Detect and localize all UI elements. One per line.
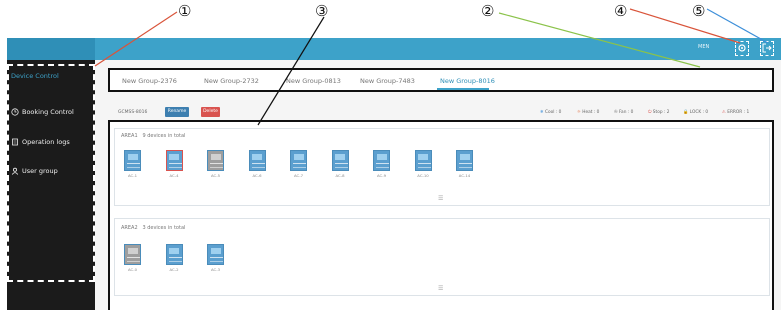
area-title: AREA2 3 devices in total bbox=[121, 225, 186, 231]
device-label: AC-10 bbox=[417, 173, 429, 178]
device-label: AC-6 bbox=[252, 173, 262, 178]
tab-group-8016[interactable]: New Group-8016 bbox=[440, 77, 495, 85]
ac-unit-icon bbox=[169, 154, 179, 160]
ac-unit-icon bbox=[376, 154, 387, 160]
device-label: AC-5 bbox=[211, 173, 220, 178]
tab-group-2376[interactable]: New Group-2376 bbox=[122, 77, 177, 85]
rename-button[interactable]: Rename bbox=[165, 107, 189, 117]
device-label: AC-7 bbox=[294, 173, 303, 178]
device-label: AC-0 bbox=[128, 267, 137, 272]
callout-2: ② bbox=[481, 2, 495, 20]
clock-icon bbox=[11, 108, 19, 116]
device-tile[interactable] bbox=[207, 150, 224, 171]
log-icon bbox=[12, 138, 18, 146]
device-label: AC-1 bbox=[128, 173, 137, 178]
ac-unit-icon bbox=[418, 154, 428, 160]
ac-unit-icon bbox=[127, 248, 138, 254]
top-bar bbox=[95, 38, 781, 60]
ac-unit-icon bbox=[127, 154, 138, 160]
area-resize-handle[interactable]: ☰ bbox=[438, 285, 443, 292]
tab-group-0813[interactable]: New Group-0813 bbox=[286, 77, 341, 85]
sidebar-item-label: Device Control bbox=[11, 72, 59, 80]
ac-unit-icon bbox=[459, 154, 470, 160]
delete-button[interactable]: Delete bbox=[201, 107, 220, 117]
device-tile[interactable] bbox=[124, 244, 141, 265]
ac-unit-icon bbox=[210, 154, 221, 160]
sidebar-item-label: User group bbox=[22, 167, 58, 175]
legend-heat: ☼ Heat : 0 bbox=[577, 110, 600, 115]
device-tile[interactable] bbox=[414, 150, 432, 171]
legend-error: ⚠ ERROR : 1 bbox=[722, 110, 750, 115]
callout-5: ⑤ bbox=[692, 2, 706, 20]
device-label: AC-14 bbox=[458, 173, 471, 178]
sidebar-item-booking-control[interactable]: Booking Control bbox=[11, 108, 74, 116]
legend-fan: ✇ Fan : 0 bbox=[614, 110, 634, 115]
device-label: AC-3 bbox=[211, 267, 220, 272]
tab-group-7483[interactable]: New Group-7483 bbox=[360, 77, 415, 85]
ac-unit-icon bbox=[335, 154, 345, 160]
sidebar-item-operation-logs[interactable]: Operation logs bbox=[11, 138, 70, 146]
ac-unit-icon bbox=[169, 248, 179, 254]
sidebar-item-user-group[interactable]: User group bbox=[11, 167, 58, 175]
tab-group-2732[interactable]: New Group-2732 bbox=[204, 77, 259, 85]
device-tile[interactable] bbox=[373, 150, 390, 171]
sidebar-item-label: Booking Control bbox=[22, 108, 74, 116]
device-label: AC-2 bbox=[169, 267, 179, 272]
username: MEN bbox=[698, 44, 710, 50]
device-tile[interactable] bbox=[290, 150, 307, 171]
device-tile[interactable] bbox=[248, 150, 266, 171]
logout-icon[interactable] bbox=[760, 41, 774, 56]
active-tab-indicator bbox=[437, 88, 489, 90]
legend-stop: ⏻ Stop : 2 bbox=[648, 110, 670, 115]
user-icon bbox=[11, 167, 19, 175]
legend-cool: ❄ Cool : 0 bbox=[540, 110, 562, 115]
device-tile[interactable] bbox=[165, 150, 183, 171]
device-label: AC-8 bbox=[335, 173, 345, 178]
device-tile[interactable] bbox=[456, 150, 473, 171]
device-tile[interactable] bbox=[165, 244, 183, 265]
ac-unit-icon bbox=[252, 154, 262, 160]
device-tile[interactable] bbox=[207, 244, 224, 265]
device-label: AC-9 bbox=[377, 173, 386, 178]
sidebar-header bbox=[7, 38, 95, 60]
device-tile[interactable] bbox=[331, 150, 349, 171]
callout-1: ① bbox=[178, 2, 192, 20]
group-name: GCMSS-8016 bbox=[118, 110, 148, 115]
callout-4: ④ bbox=[614, 2, 628, 20]
device-label: AC-4 bbox=[169, 173, 179, 178]
area-title: AREA1 9 devices in total bbox=[121, 133, 186, 139]
sidebar-item-label: Operation logs bbox=[22, 138, 70, 146]
ac-unit-icon bbox=[293, 154, 304, 160]
area-resize-handle[interactable]: ☰ bbox=[438, 195, 443, 202]
sidebar-item-device-control[interactable]: Device Control bbox=[11, 72, 59, 80]
legend-lock: 🔒 LOCK : 0 bbox=[683, 110, 709, 115]
settings-icon[interactable] bbox=[735, 41, 749, 56]
callout-3: ③ bbox=[315, 2, 329, 20]
device-tile[interactable] bbox=[124, 150, 141, 171]
ac-unit-icon bbox=[210, 248, 221, 254]
